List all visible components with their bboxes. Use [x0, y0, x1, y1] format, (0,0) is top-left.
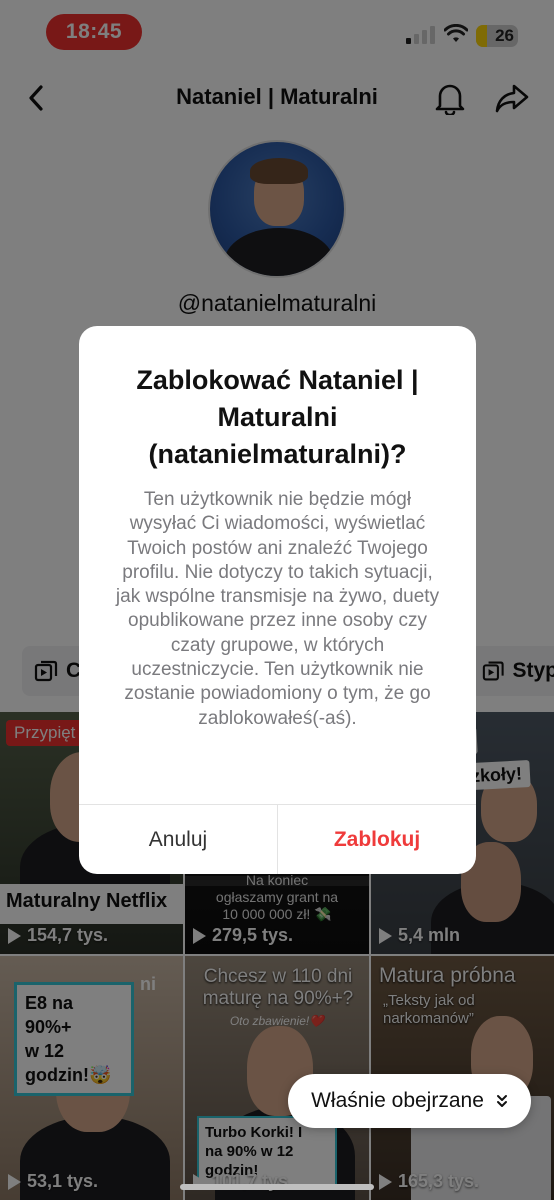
dialog-title-line: Maturalni [217, 402, 338, 432]
dialog-title-line: (natanielmaturalni)? [148, 439, 407, 469]
recently-watched-label: Właśnie obejrzane [311, 1089, 484, 1112]
home-indicator [180, 1184, 374, 1190]
dialog-message: Ten użytkownik nie będzie mógł wysyłać C… [115, 489, 440, 729]
dialog-title: Zablokować Nataniel | Maturalni (natanie… [99, 362, 456, 473]
dialog-actions: Anuluj Zablokuj [79, 804, 476, 874]
cancel-button[interactable]: Anuluj [79, 805, 278, 874]
block-user-dialog: Zablokować Nataniel | Maturalni (natanie… [79, 326, 476, 874]
block-button[interactable]: Zablokuj [278, 805, 476, 874]
dialog-title-line: Zablokować Nataniel | [136, 365, 419, 395]
recently-watched-button[interactable]: Właśnie obejrzane [288, 1074, 531, 1128]
double-chevron-down-icon [496, 1095, 507, 1107]
